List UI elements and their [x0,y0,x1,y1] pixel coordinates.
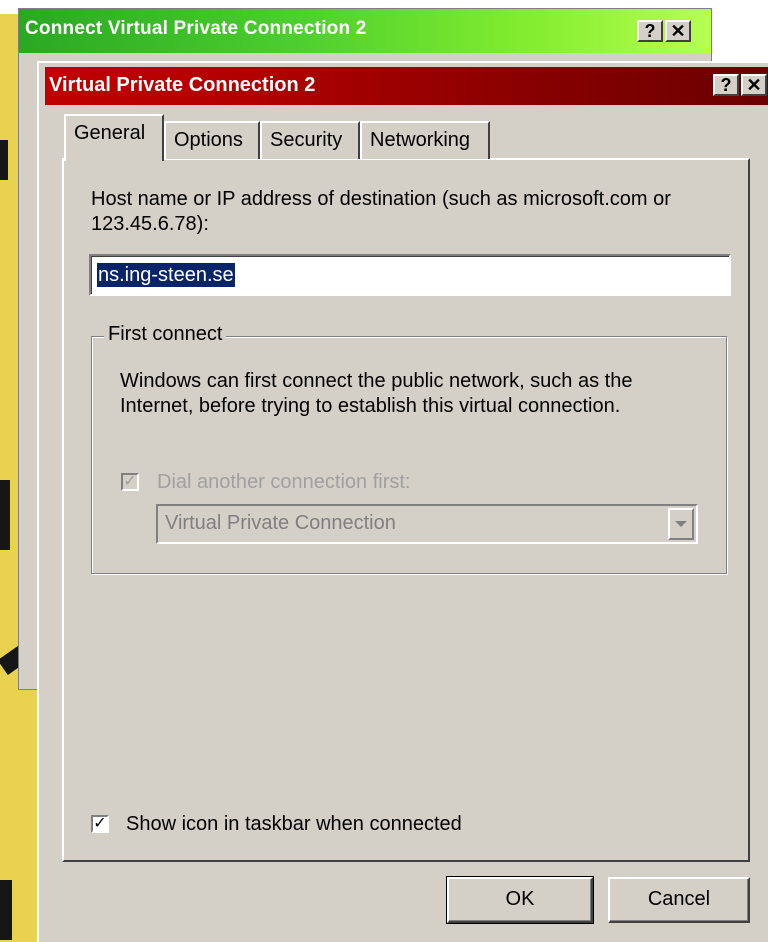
dial-first-label: Dial another connection first: [157,471,411,493]
desktop-stroke [0,880,12,940]
host-label-line2: 123.45.6.78): [91,213,209,235]
tab-label: Security [270,129,343,151]
cancel-button[interactable]: Cancel [608,877,750,923]
properties-dialog-title: Virtual Private Connection 2 [49,74,316,96]
close-button[interactable]: ✕ [665,20,691,42]
connection-select-dropdown-button[interactable] [668,508,694,540]
help-button[interactable]: ? [637,20,663,42]
desktop-background-right [712,0,768,70]
tab-security[interactable]: Security [260,121,360,159]
tab-label: Options [174,129,243,151]
properties-dialog-titlebar[interactable]: Virtual Private Connection 2 ? ✕ [45,67,768,105]
help-icon: ? [720,75,732,95]
tab-general[interactable]: General [64,114,164,161]
first-connect-description-line2: Internet, before trying to establish thi… [120,395,621,417]
connect-dialog-titlebar[interactable]: Connect Virtual Private Connection 2 ? ✕ [19,9,711,53]
tab-label: Networking [370,129,471,151]
desktop-stroke [0,140,8,180]
close-icon: ✕ [746,75,762,95]
host-input-value: ns.ing-steen.se [97,263,235,287]
help-button[interactable]: ? [713,74,739,96]
checkmark-icon: ✓ [93,815,107,832]
show-icon-label: Show icon in taskbar when connected [126,813,462,835]
tab-networking[interactable]: Networking [360,121,490,159]
tab-options[interactable]: Options [164,121,260,159]
ok-button[interactable]: OK [446,876,594,924]
desktop-stroke [0,480,10,550]
connect-dialog-title: Connect Virtual Private Connection 2 [25,18,367,39]
first-connect-label: First connect [104,323,227,346]
close-icon: ✕ [670,21,686,41]
checkmark-icon: ✓ [123,473,137,490]
connection-select-value: Virtual Private Connection [165,512,396,534]
host-input[interactable]: ns.ing-steen.se [89,254,731,296]
host-label-line1: Host name or IP address of destination (… [91,188,671,210]
dial-first-checkbox[interactable]: ✓ [121,473,139,491]
tab-label: General [74,122,146,144]
help-icon: ? [644,21,656,41]
first-connect-description-line1: Windows can first connect the public net… [120,370,633,392]
connection-select[interactable]: Virtual Private Connection [156,504,698,544]
show-icon-checkbox[interactable]: ✓ [91,815,109,833]
chevron-down-icon [675,521,687,527]
close-button[interactable]: ✕ [741,74,767,96]
